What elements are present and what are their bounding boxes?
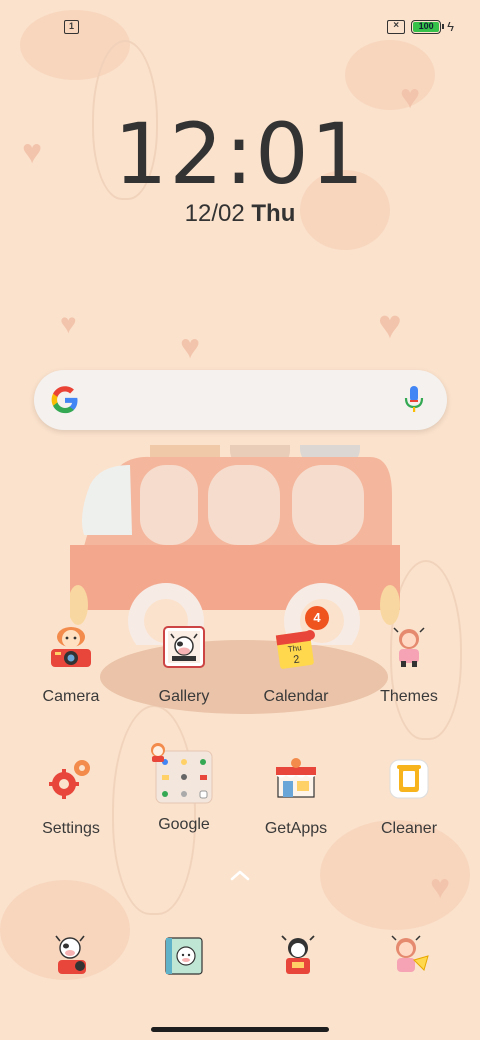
chevron-up-icon[interactable]	[229, 868, 251, 882]
battery-level: 100	[413, 21, 440, 32]
google-search-bar[interactable]	[34, 370, 447, 430]
app-gallery[interactable]: Gallery	[129, 620, 239, 706]
app-settings[interactable]: Settings	[16, 752, 126, 838]
getapps-icon	[269, 752, 323, 806]
app-label: Gallery	[158, 688, 210, 705]
app-label: GetApps	[264, 820, 328, 837]
mic-icon[interactable]	[403, 386, 425, 414]
clock-date[interactable]: 12/02 Thu	[0, 200, 480, 228]
phone-icon[interactable]	[50, 934, 94, 978]
notification-icon: 1	[64, 20, 79, 34]
messages-icon[interactable]	[276, 934, 320, 978]
calendar-icon: Thu 2 4	[269, 606, 329, 674]
clock-time[interactable]: 12:01	[0, 105, 480, 203]
app-label: Calendar	[263, 688, 329, 705]
home-indicator[interactable]	[151, 1027, 329, 1032]
app-label: Settings	[42, 820, 100, 837]
app-label: Themes	[380, 688, 438, 705]
notification-badge: 4	[305, 606, 329, 630]
app-themes[interactable]: Themes	[354, 620, 464, 706]
app-label: Google	[158, 816, 210, 833]
app-calendar[interactable]: Thu 2 4 Calendar	[241, 606, 351, 706]
contacts-icon[interactable]	[162, 934, 206, 978]
app-getapps[interactable]: GetApps	[241, 752, 351, 838]
app-google-folder[interactable]: Google	[129, 743, 239, 834]
browser-icon[interactable]	[388, 934, 432, 978]
bus-illustration	[70, 445, 400, 645]
calendar-day: Thu	[287, 643, 302, 654]
date-text: 12/02	[184, 200, 245, 227]
app-label: Camera	[42, 688, 100, 705]
no-sim-icon: ×	[387, 19, 406, 34]
google-folder-icon	[151, 743, 213, 804]
gallery-icon	[157, 620, 211, 674]
app-cleaner[interactable]: Cleaner	[354, 752, 464, 838]
weekday-text: Thu	[251, 200, 296, 227]
settings-icon	[44, 752, 98, 806]
camera-icon	[44, 620, 98, 674]
app-camera[interactable]: Camera	[16, 620, 126, 706]
google-g-icon	[51, 386, 78, 414]
battery-icon: 100	[411, 19, 445, 34]
charging-bolt-icon: ϟ	[447, 19, 454, 34]
app-label: Cleaner	[380, 820, 438, 837]
themes-icon	[382, 620, 436, 674]
status-bar: 1 × 100 ϟ	[0, 0, 480, 54]
cleaner-icon	[382, 752, 436, 806]
